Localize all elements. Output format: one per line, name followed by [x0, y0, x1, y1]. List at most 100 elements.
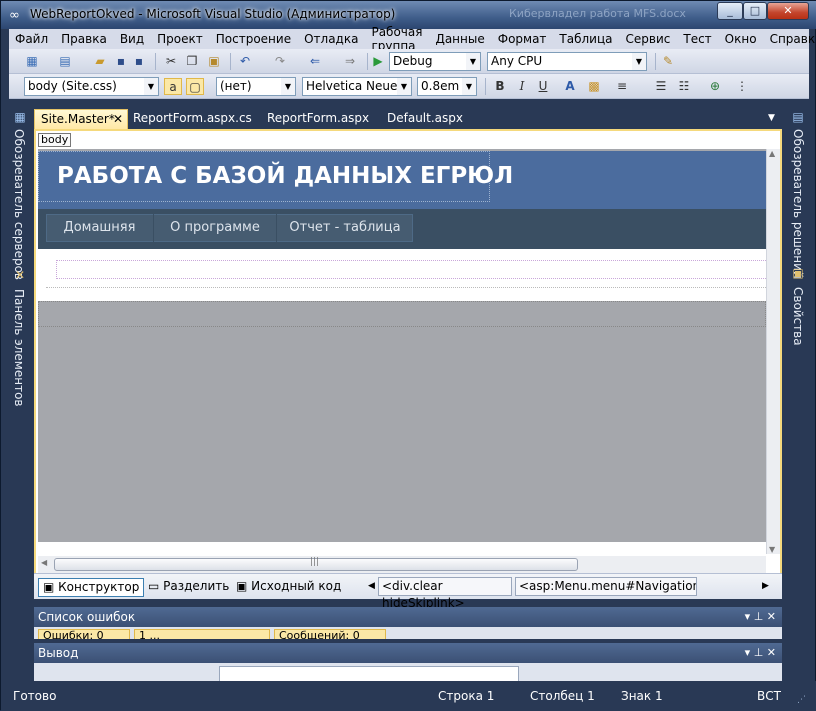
new-project-icon[interactable]: ▦	[23, 53, 41, 70]
underline-icon[interactable]: U	[534, 78, 552, 95]
split-label: Разделить	[163, 579, 230, 593]
menu-project[interactable]: Проект	[157, 32, 203, 46]
undo-icon[interactable]: ↶	[236, 53, 254, 70]
breadcrumb-prev-icon[interactable]: ◀	[364, 578, 379, 597]
menu-bar: Файл Правка Вид Проект Построение Отладк…	[9, 25, 816, 53]
font-name-value: Helvetica Neue, L	[306, 79, 412, 93]
tab-site-master[interactable]: Site.Master* ✕	[34, 109, 128, 129]
status-column: Столбец 1	[530, 689, 595, 703]
apply-style-icon[interactable]: a	[164, 78, 182, 95]
chevron-down-icon: ▼	[281, 78, 295, 95]
find-in-files-icon[interactable]: ✎	[659, 53, 677, 70]
font-size-value: 0.8em	[421, 79, 460, 93]
nav-home[interactable]: Домашняя	[46, 214, 154, 242]
numbered-list-icon[interactable]: ☷	[675, 78, 693, 95]
back-color-icon[interactable]: ▩	[585, 78, 603, 95]
main-window: ∞ WebReportOkved - Microsoft Visual Stud…	[0, 0, 816, 711]
toolbox-icon: ✕	[14, 268, 26, 282]
copy-icon[interactable]: ❐	[183, 53, 201, 70]
menu-tools[interactable]: Сервис	[626, 32, 671, 46]
solution-platform-select[interactable]: Any CPU ▼	[487, 52, 647, 71]
navigate-forward-icon[interactable]: ⇒	[341, 53, 359, 70]
reuse-style-icon[interactable]: ▢	[186, 78, 204, 95]
source-view-button[interactable]: ▣ Исходный код	[232, 578, 345, 597]
add-item-icon[interactable]: ▤	[56, 53, 74, 70]
nav-about[interactable]: О программе	[154, 214, 277, 242]
font-size-select[interactable]: 0.8em ▼	[417, 77, 477, 96]
menu-table[interactable]: Таблица	[559, 32, 612, 46]
horizontal-scrollbar[interactable]: ◀ |||	[38, 556, 766, 573]
save-all-icon[interactable]: ▪	[130, 53, 148, 70]
redo-icon[interactable]: ↷	[271, 53, 289, 70]
navigate-back-icon[interactable]: ⇐	[306, 53, 324, 70]
hyperlink-icon[interactable]: ⊕	[706, 78, 724, 95]
panel-controls-icon[interactable]: ▾ ⊥ ✕	[745, 607, 776, 627]
design-label: Конструктор	[58, 580, 140, 594]
menu-debug[interactable]: Отладка	[304, 32, 358, 46]
block-format-select[interactable]: (нет) ▼	[216, 77, 296, 96]
split-icon: ▭	[148, 579, 164, 593]
close-tab-icon[interactable]: ✕	[113, 110, 123, 128]
toolbox-tab[interactable]: Панель элементов	[12, 289, 26, 407]
scroll-left-icon[interactable]: ◀	[41, 558, 47, 567]
scroll-up-icon[interactable]: ▲	[769, 149, 775, 158]
breadcrumb-item[interactable]: <div.clear hideSkiplink>	[378, 577, 512, 610]
minimize-button[interactable]: _	[717, 2, 743, 20]
panel-controls-icon[interactable]: ▾ ⊥ ✕	[745, 643, 776, 663]
split-view-button[interactable]: ▭ Разделить	[144, 578, 233, 597]
fore-color-icon[interactable]: A	[561, 78, 579, 95]
menu-data[interactable]: Данные	[435, 32, 484, 46]
italic-icon[interactable]: I	[513, 78, 531, 95]
tab-dropdown-icon[interactable]: ▼	[762, 109, 781, 129]
resize-grip-icon[interactable]: ⋰	[797, 689, 806, 711]
site-header: РАБОТА С БАЗОЙ ДАННЫХ ЕГРЮЛ	[38, 151, 766, 213]
cut-icon[interactable]: ✂	[162, 53, 180, 70]
menu-test[interactable]: Тест	[683, 32, 711, 46]
server-explorer-icon: ▦	[14, 110, 26, 124]
tab-default-aspx[interactable]: Default.aspx	[381, 109, 469, 129]
font-name-select[interactable]: Helvetica Neue, L ▼	[302, 77, 412, 96]
breadcrumb-next-icon[interactable]: ▶	[758, 578, 773, 597]
formatting-toolbar: body (Site.css) ▼ a ▢ (нет) ▼ Helvetica Ne…	[9, 74, 809, 99]
output-panel: Вывод ▾ ⊥ ✕	[34, 643, 782, 663]
messages-tab[interactable]: Сообщений: 0	[274, 629, 386, 639]
design-view-button[interactable]: ▣ Конструктор	[38, 578, 145, 597]
maximize-button[interactable]: □	[743, 2, 767, 20]
save-icon[interactable]: ▪	[112, 53, 130, 70]
vs-logo-icon: ∞	[9, 8, 20, 23]
solution-config-select[interactable]: Debug ▼	[389, 52, 481, 71]
start-debug-icon[interactable]: ▶	[371, 53, 385, 70]
vertical-scrollbar[interactable]: ▲ ▼	[766, 149, 780, 554]
tab-reportform-cs[interactable]: ReportForm.aspx.cs	[127, 109, 258, 129]
warnings-tab[interactable]: 1 ...	[134, 629, 270, 639]
output-source-select[interactable]	[219, 666, 519, 681]
paste-icon[interactable]: ▣	[205, 53, 223, 70]
solution-explorer-tab[interactable]: Обозреватель решений	[791, 129, 805, 279]
menu-build[interactable]: Построение	[216, 32, 291, 46]
chevron-down-icon: ▼	[462, 78, 476, 95]
align-left-icon[interactable]: ≡	[613, 78, 631, 95]
server-explorer-tab[interactable]: Обозреватель серверов	[12, 129, 26, 280]
menu-view[interactable]: Вид	[120, 32, 144, 46]
menu-file[interactable]: Файл	[15, 32, 48, 46]
menu-window[interactable]: Окно	[725, 32, 757, 46]
breadcrumb-item[interactable]: <asp:Menu.menu#Navigation...>	[515, 577, 697, 596]
menu-edit[interactable]: Правка	[61, 32, 107, 46]
menu-help[interactable]: Справка	[770, 32, 816, 46]
errors-tab[interactable]: Ошибки: 0	[38, 629, 130, 639]
bullet-list-icon[interactable]: ☰	[652, 78, 670, 95]
chevron-down-icon: ▼	[466, 53, 480, 70]
target-rule-select[interactable]: body (Site.css) ▼	[24, 77, 159, 96]
tab-reportform-aspx[interactable]: ReportForm.aspx	[261, 109, 375, 129]
tab-label: Default.aspx	[387, 111, 463, 125]
properties-tab[interactable]: Свойства	[791, 287, 805, 346]
close-button[interactable]: ✕	[767, 2, 809, 20]
nav-report[interactable]: Отчет - таблица	[277, 214, 413, 242]
menu-format[interactable]: Формат	[498, 32, 547, 46]
scroll-down-icon[interactable]: ▼	[769, 545, 775, 554]
bold-icon[interactable]: B	[491, 78, 509, 95]
toolbar-options-icon[interactable]: ⋮	[733, 78, 751, 95]
solution-explorer-icon: ▤	[792, 110, 804, 124]
open-file-icon[interactable]: ▰	[91, 53, 109, 70]
tag-label[interactable]: body	[38, 133, 72, 147]
